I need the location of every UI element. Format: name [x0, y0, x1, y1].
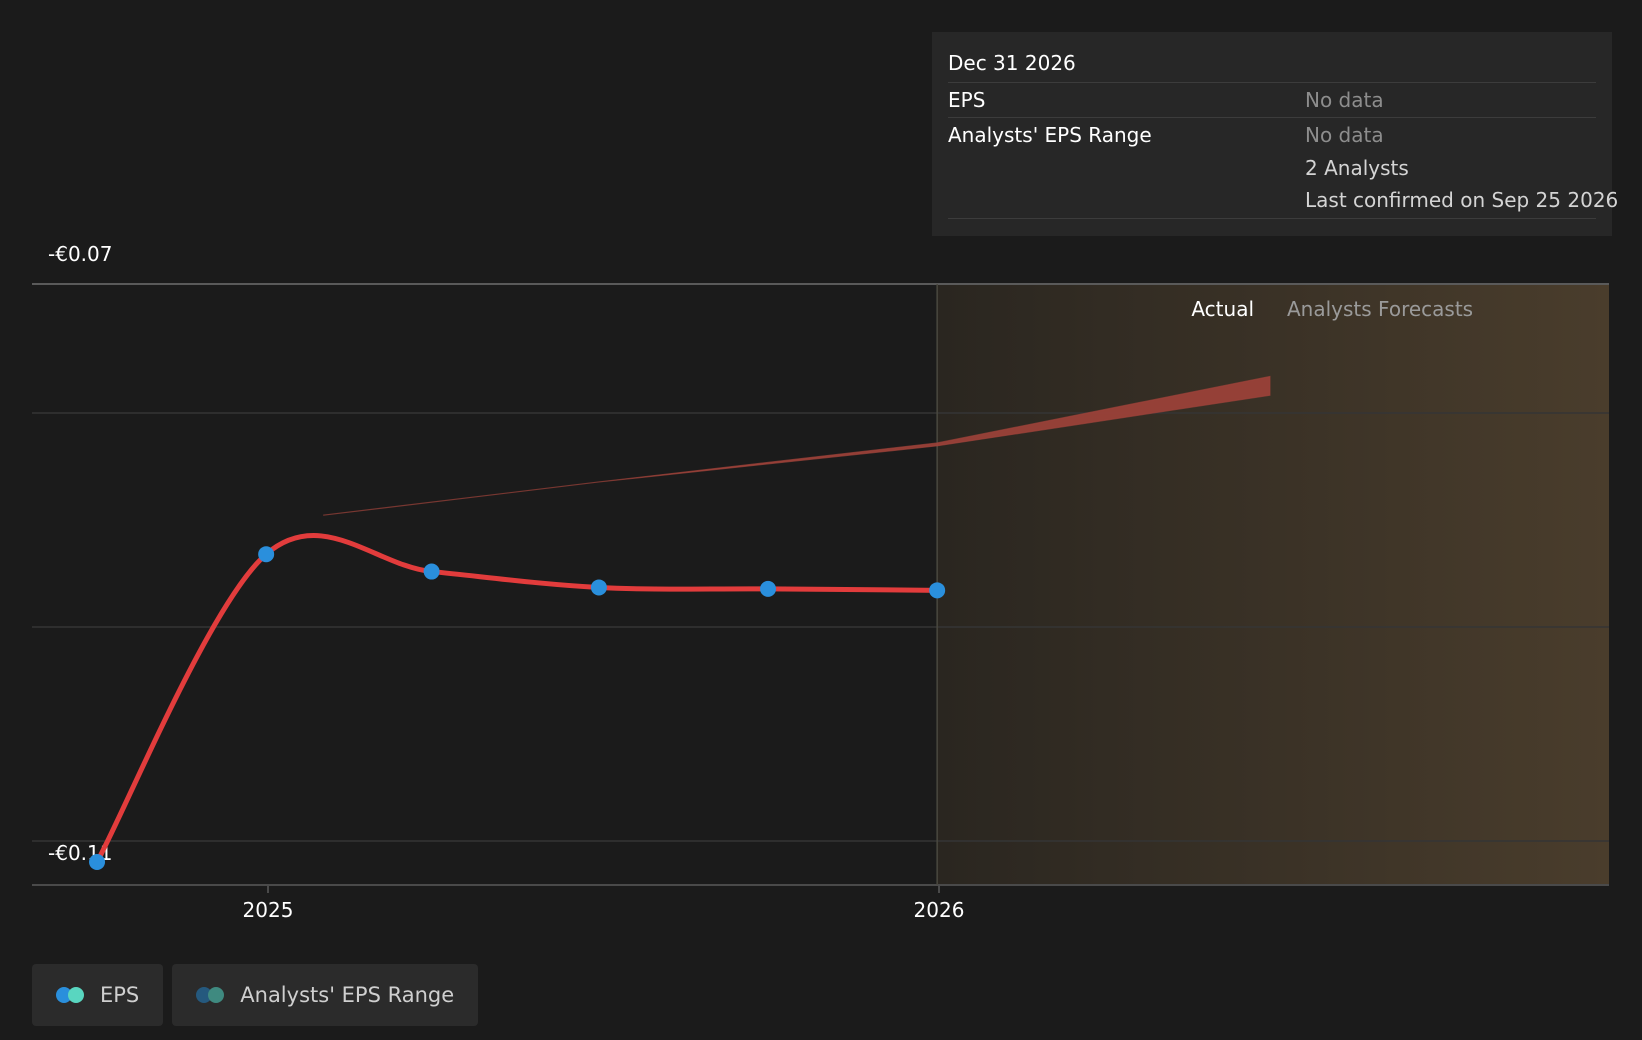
range-legend-icon — [196, 987, 226, 1003]
eps-data-point — [89, 854, 106, 870]
tooltip-row-eps: EPS No data — [948, 83, 1596, 118]
chart-tooltip: Dec 31 2026 EPS No data Analysts' EPS Ra… — [932, 32, 1618, 236]
eps-data-point — [929, 582, 946, 599]
eps-data-point — [258, 546, 275, 563]
x-tick-label-2026: 2026 — [914, 898, 965, 922]
chart-legend: EPS Analysts' EPS Range — [32, 964, 479, 1026]
tooltip-analysts-count: 2 Analysts — [1305, 156, 1409, 180]
tooltip-eps-value: No data — [1305, 88, 1384, 112]
eps-data-point — [590, 579, 607, 596]
eps-data-point — [423, 563, 440, 580]
tooltip-eps-label: EPS — [948, 88, 986, 112]
forecast-region — [937, 284, 1609, 885]
x-tick-label-2025: 2025 — [243, 898, 294, 922]
legend-eps-label: EPS — [100, 983, 140, 1007]
legend-range-label: Analysts' EPS Range — [240, 983, 455, 1007]
tooltip-date: Dec 31 2026 — [948, 46, 1596, 83]
legend-range-button[interactable]: Analysts' EPS Range — [172, 964, 479, 1026]
y-tick-label-top: -€0.07 — [48, 242, 112, 266]
actual-label: Actual — [1191, 297, 1254, 321]
eps-line — [94, 533, 940, 865]
eps-legend-icon — [56, 987, 86, 1003]
eps-data-point — [760, 580, 777, 597]
legend-eps-button[interactable]: EPS — [32, 964, 164, 1026]
tooltip-last-confirmed: Last confirmed on Sep 25 2026 — [948, 184, 1618, 219]
forecast-label: Analysts Forecasts — [1287, 297, 1473, 321]
tooltip-row-range: Analysts' EPS Range No data — [948, 118, 1596, 152]
tooltip-range-value: No data — [1305, 123, 1384, 147]
tooltip-range-label: Analysts' EPS Range — [948, 123, 1152, 147]
